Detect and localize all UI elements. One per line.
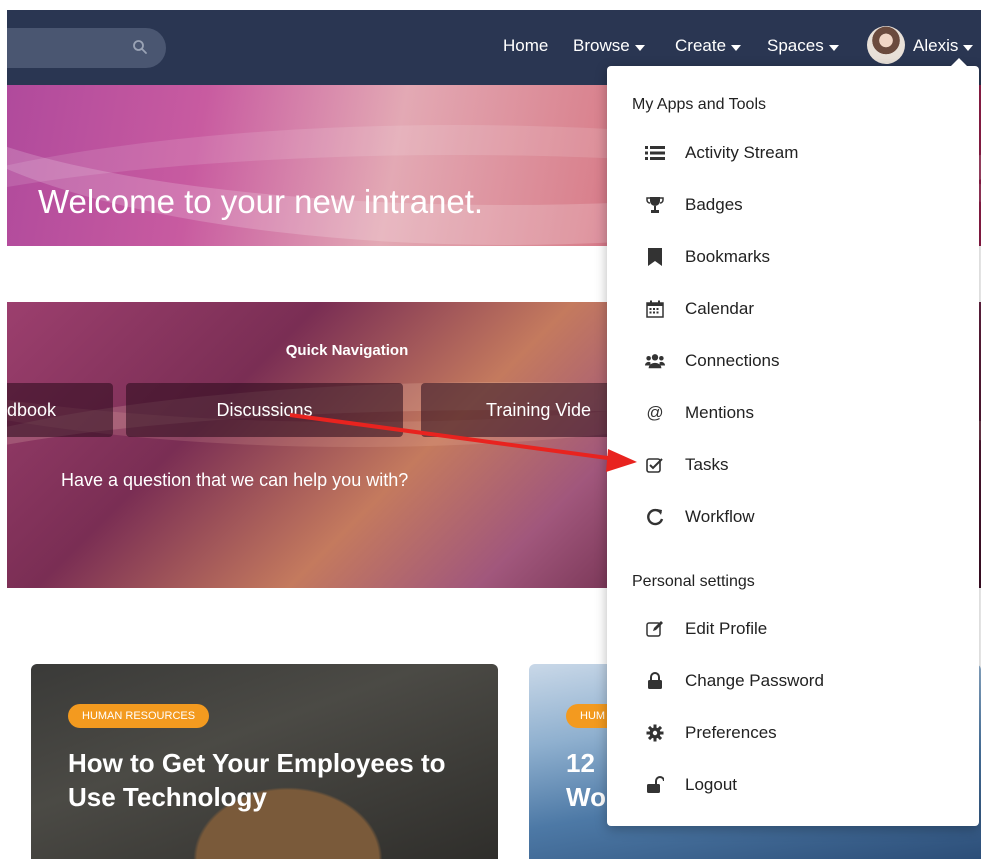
section-heading-personal-settings: Personal settings (632, 573, 755, 590)
menu-item-calendar[interactable]: Calendar (607, 289, 979, 329)
hero-title: Welcome to your new intranet. (38, 183, 484, 220)
category-badge[interactable]: HUMAN RESOURCES (68, 704, 210, 728)
at-icon: @ (646, 403, 664, 422)
article-title[interactable]: How to Get Your Employees to Use Technol… (68, 746, 446, 814)
menu-item-mentions[interactable]: @ Mentions (607, 393, 979, 433)
menu-item-workflow[interactable]: Workflow (607, 497, 979, 537)
unlock-icon (645, 775, 665, 795)
menu-item-connections[interactable]: Connections (607, 341, 979, 381)
menu-item-activity-stream[interactable]: Activity Stream (607, 133, 979, 173)
search-input[interactable] (7, 28, 166, 68)
section-heading-apps: My Apps and Tools (632, 96, 767, 113)
edit-icon (645, 619, 665, 639)
caret-down-icon (828, 44, 839, 51)
menu-item-badges[interactable]: Badges (607, 185, 979, 225)
list-icon (645, 143, 665, 163)
menu-item-tasks[interactable]: Tasks (607, 445, 979, 485)
checkbox-icon (645, 455, 665, 475)
help-question-text: Have a question that we can help you wit… (61, 470, 409, 490)
menu-item-edit-profile[interactable]: Edit Profile (607, 609, 979, 649)
menu-item-preferences[interactable]: Preferences (607, 713, 979, 753)
search-icon[interactable] (132, 39, 148, 55)
menu-item-change-password[interactable]: Change Password (607, 661, 979, 701)
nav-create[interactable]: Create (675, 36, 742, 56)
caret-down-icon (963, 44, 974, 51)
trophy-icon (645, 195, 665, 215)
user-dropdown-menu: My Apps and Tools Activity Stream Badges… (607, 58, 979, 826)
caret-down-icon (731, 44, 742, 51)
article-card[interactable]: HUMAN RESOURCES How to Get Your Employee… (31, 664, 498, 859)
quick-nav-discussions-button[interactable]: Discussions (126, 383, 403, 437)
menu-item-logout[interactable]: Logout (607, 765, 979, 805)
nav-spaces[interactable]: Spaces (767, 36, 839, 56)
menu-item-bookmarks[interactable]: Bookmarks (607, 237, 979, 277)
quick-navigation-title: Quick Navigation (285, 342, 409, 359)
calendar-icon (645, 299, 665, 319)
caret-down-icon (634, 44, 645, 51)
nav-home[interactable]: Home (503, 36, 548, 56)
nav-user-menu[interactable]: Alexis (913, 36, 974, 56)
bookmark-icon (645, 247, 665, 267)
user-avatar[interactable] (867, 26, 905, 64)
users-icon (645, 351, 665, 371)
refresh-icon (645, 507, 665, 527)
gear-icon (645, 723, 665, 743)
nav-browse[interactable]: Browse (573, 36, 645, 56)
quick-nav-handbook-button[interactable]: dbook (7, 383, 113, 437)
article-title[interactable]: 12 Wo (566, 746, 606, 814)
lock-icon (645, 671, 665, 691)
